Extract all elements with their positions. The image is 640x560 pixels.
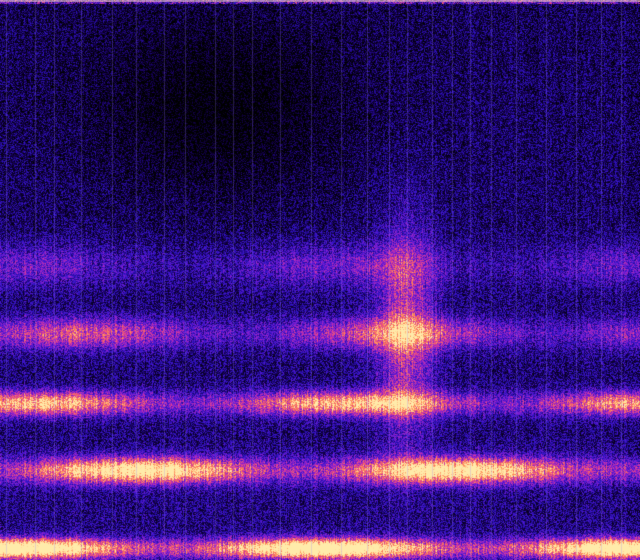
spectrogram-view	[0, 0, 640, 560]
spectrogram-canvas	[0, 0, 640, 560]
